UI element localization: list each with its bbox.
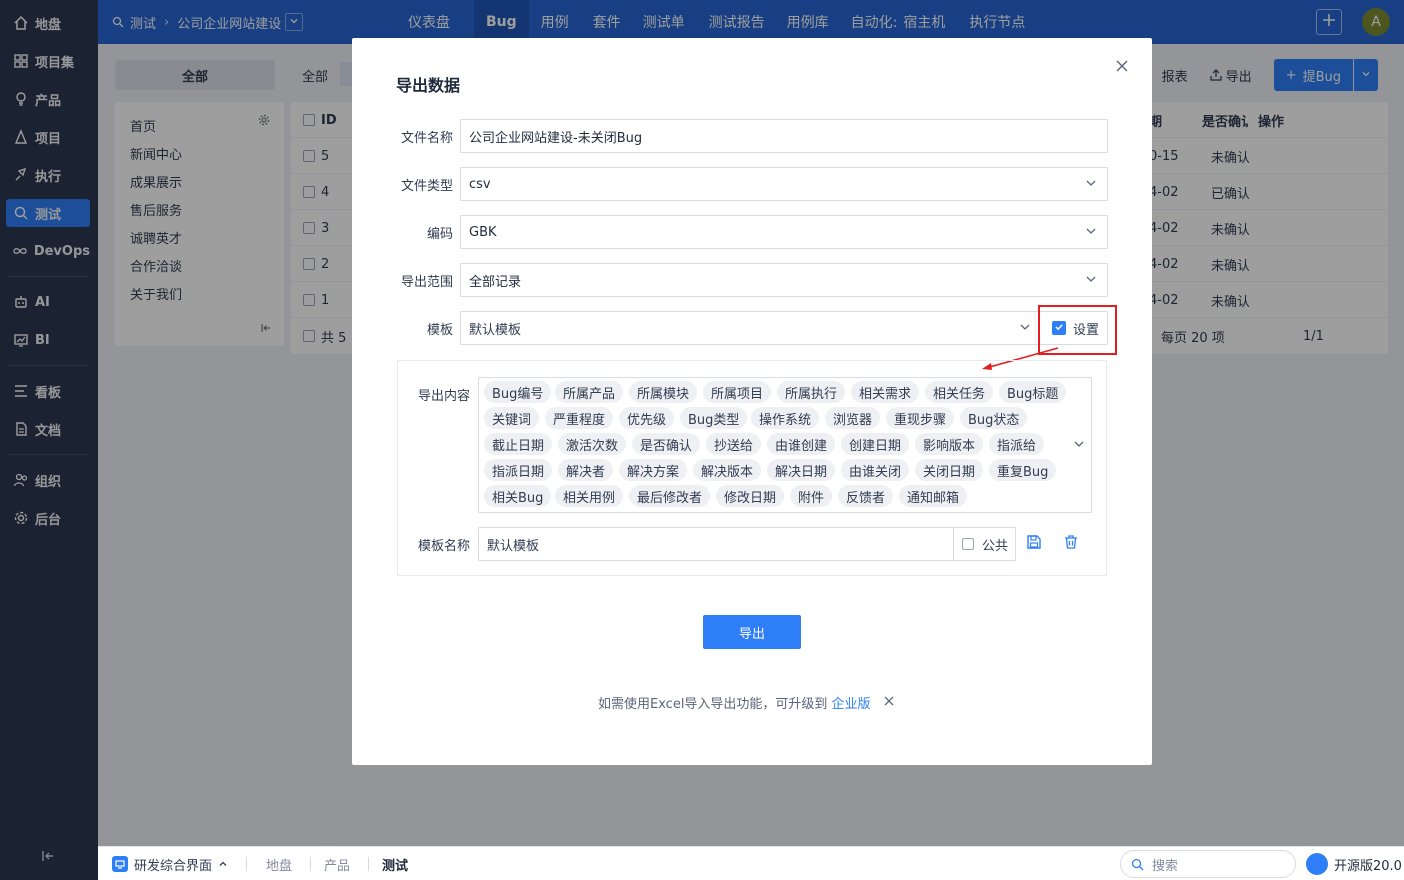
file-name-value: 公司企业网站建设-未关闭Bug <box>469 130 643 146</box>
chevron-down-icon[interactable] <box>1073 438 1085 454</box>
content-label: 导出内容 <box>417 389 470 404</box>
file-name-label: 文件名称 <box>400 131 453 146</box>
modal-title: 导出数据 <box>396 76 461 95</box>
field-chip[interactable]: 所属产品 <box>555 381 624 403</box>
template-label: 模板 <box>426 323 453 338</box>
app-switcher[interactable]: 研发综合界面 <box>112 847 228 880</box>
field-chip[interactable]: Bug类型 <box>680 407 748 429</box>
app-name: 研发综合界面 <box>134 858 213 874</box>
template-name-input[interactable]: 默认模板 <box>478 527 954 561</box>
template-settings-panel: 导出内容 Bug编号 所属产品 所属模块 所属项目 所属执行 相关需求 相关任务… <box>397 360 1107 576</box>
export-button[interactable]: 导出 <box>703 615 801 649</box>
field-chip[interactable]: 浏览器 <box>825 407 881 429</box>
encoding-select[interactable]: GBK <box>460 215 1108 249</box>
field-chip[interactable]: 创建日期 <box>841 433 910 455</box>
field-chip[interactable]: Bug状态 <box>960 407 1028 429</box>
field-chip[interactable]: 相关需求 <box>851 381 920 403</box>
field-chip[interactable]: Bug编号 <box>484 381 552 403</box>
trash-icon <box>1063 534 1079 554</box>
field-chip[interactable]: 关键词 <box>484 407 540 429</box>
field-chip[interactable]: 所属项目 <box>703 381 772 403</box>
export-modal: 导出数据 文件名称 公司企业网站建设-未关闭Bug 文件类型 csv 编码 GB… <box>352 38 1152 765</box>
template-name-value: 默认模板 <box>487 538 540 554</box>
file-type-select[interactable]: csv <box>460 167 1108 201</box>
save-icon <box>1026 534 1042 554</box>
bottom-crumb-home[interactable]: 地盘 <box>266 847 292 880</box>
field-chip[interactable]: 抄送给 <box>706 433 762 455</box>
field-chip[interactable]: 最后修改者 <box>629 485 711 507</box>
delete-template-button[interactable] <box>1061 534 1081 554</box>
range-select[interactable]: 全部记录 <box>460 263 1108 297</box>
chevron-down-icon <box>1019 321 1031 337</box>
close-icon <box>1116 60 1128 76</box>
export-fields-picker[interactable]: Bug编号 所属产品 所属模块 所属项目 所属执行 相关需求 相关任务 Bug标… <box>478 377 1092 513</box>
field-chip[interactable]: 解决者 <box>558 459 614 481</box>
chevron-up-icon <box>218 859 228 869</box>
bottom-crumb-test[interactable]: 测试 <box>382 847 408 880</box>
field-chip[interactable]: 影响版本 <box>915 433 984 455</box>
field-chip[interactable]: 反馈者 <box>838 485 894 507</box>
template-name-label: 模板名称 <box>417 539 470 554</box>
field-chip[interactable]: 指派日期 <box>484 459 553 481</box>
field-chip[interactable]: 附件 <box>790 485 833 507</box>
field-chip[interactable]: 由谁关闭 <box>841 459 910 481</box>
bottom-crumb-product[interactable]: 产品 <box>324 847 350 880</box>
dismiss-notice-button[interactable] <box>882 696 896 710</box>
field-chip[interactable]: 所属模块 <box>629 381 698 403</box>
bottom-bar: 研发综合界面 地盘 产品 测试 搜索 开源版20.0 <box>98 846 1404 880</box>
field-chip[interactable]: Bug标题 <box>999 381 1067 403</box>
public-label: 公共 <box>982 538 1009 554</box>
range-label: 导出范围 <box>400 275 453 290</box>
field-chip[interactable]: 相关用例 <box>555 485 624 507</box>
field-chip[interactable]: 修改日期 <box>716 485 785 507</box>
encoding-value: GBK <box>469 224 497 240</box>
upgrade-link[interactable]: 企业版 <box>831 693 870 712</box>
field-chip[interactable]: 激活次数 <box>558 433 627 455</box>
field-chip[interactable]: 解决版本 <box>693 459 762 481</box>
range-value: 全部记录 <box>469 274 522 290</box>
divider <box>368 857 369 871</box>
upgrade-notice: 如需使用Excel导入导出功能，可升级到 企业版 <box>598 693 896 712</box>
file-type-value: csv <box>469 176 491 192</box>
zentao-logo-icon <box>1306 853 1328 875</box>
chevron-down-icon <box>1085 273 1097 289</box>
save-template-button[interactable] <box>1024 534 1044 554</box>
field-chip[interactable]: 操作系统 <box>751 407 820 429</box>
version-label: 开源版20.0 <box>1334 858 1402 874</box>
field-chip[interactable]: 解决日期 <box>767 459 836 481</box>
version-badge[interactable]: 开源版20.0 <box>1306 847 1402 880</box>
field-chip[interactable]: 由谁创建 <box>767 433 836 455</box>
divider <box>310 857 311 871</box>
template-value: 默认模板 <box>469 322 522 338</box>
file-name-input[interactable]: 公司企业网站建设-未关闭Bug <box>460 119 1108 153</box>
field-chip[interactable]: 相关任务 <box>925 381 994 403</box>
field-chip[interactable]: 重复Bug <box>989 459 1057 481</box>
field-chip[interactable]: 解决方案 <box>619 459 688 481</box>
field-chip[interactable]: 是否确认 <box>632 433 701 455</box>
field-chip[interactable]: 相关Bug <box>484 485 552 507</box>
app-icon <box>112 856 128 872</box>
chevron-down-icon <box>1085 177 1097 193</box>
divider <box>246 857 247 871</box>
file-type-label: 文件类型 <box>400 179 453 194</box>
global-search-input[interactable]: 搜索 <box>1120 850 1296 878</box>
encoding-label: 编码 <box>426 227 453 242</box>
template-select[interactable]: 默认模板 <box>460 311 1039 345</box>
public-toggle[interactable]: 公共 <box>953 527 1016 561</box>
public-checkbox[interactable] <box>962 538 974 550</box>
chevron-down-icon <box>1085 225 1097 241</box>
close-button[interactable] <box>1112 58 1132 78</box>
field-chip[interactable]: 优先级 <box>619 407 675 429</box>
field-chip[interactable]: 通知邮箱 <box>899 485 968 507</box>
search-icon <box>1131 858 1144 871</box>
field-chip[interactable]: 指派给 <box>989 433 1045 455</box>
notice-text: 如需使用Excel导入导出功能，可升级到 <box>598 697 828 712</box>
search-placeholder: 搜索 <box>1152 858 1179 874</box>
field-chip[interactable]: 关闭日期 <box>915 459 984 481</box>
field-chip[interactable]: 截止日期 <box>484 433 553 455</box>
close-icon <box>884 695 894 710</box>
field-chip[interactable]: 所属执行 <box>777 381 846 403</box>
field-chip[interactable]: 重现步骤 <box>886 407 955 429</box>
field-chip[interactable]: 严重程度 <box>545 407 614 429</box>
